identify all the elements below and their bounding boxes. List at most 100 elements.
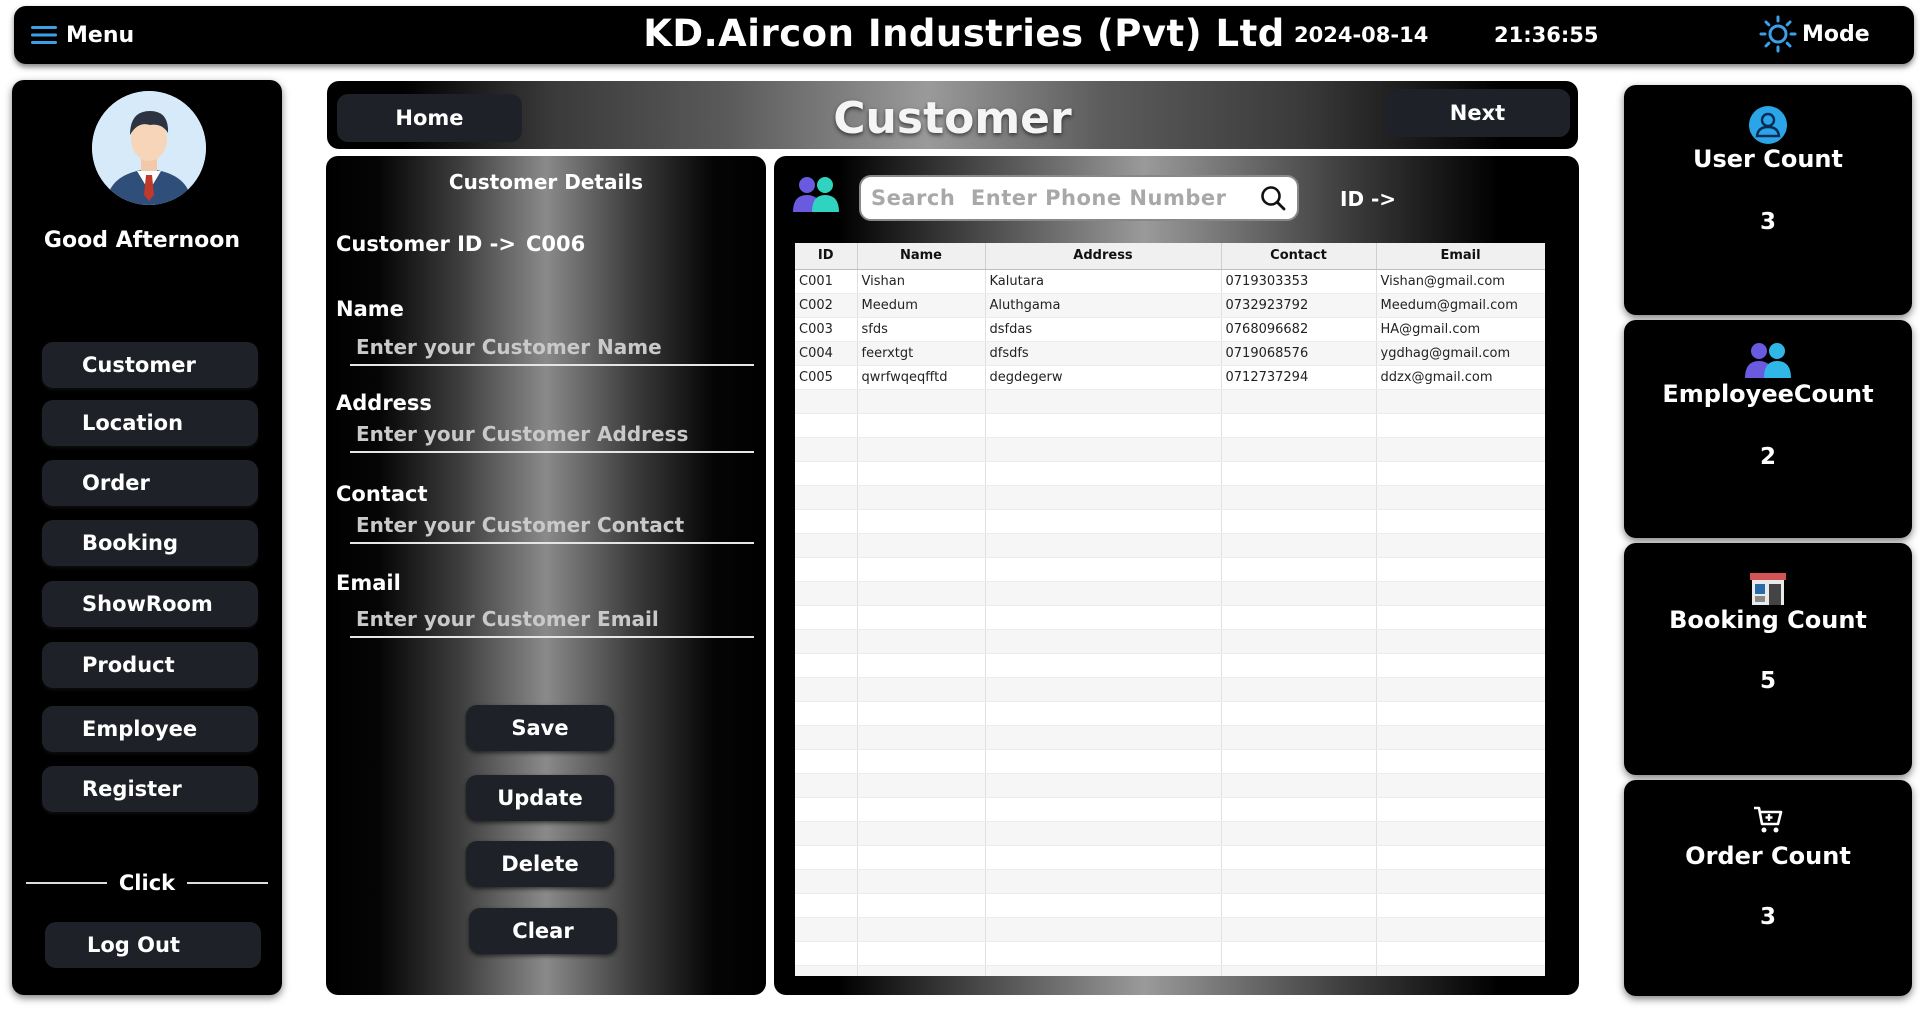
empty-cell xyxy=(1221,725,1377,750)
nav-location-button[interactable]: Location xyxy=(42,400,258,446)
clear-button[interactable]: Clear xyxy=(469,908,617,954)
empty-table-row xyxy=(795,557,1545,582)
column-header-contact[interactable]: Contact xyxy=(1221,243,1377,270)
empty-cell xyxy=(857,605,986,630)
address-field[interactable] xyxy=(350,417,754,453)
empty-cell xyxy=(985,413,1222,438)
update-button[interactable]: Update xyxy=(466,775,614,821)
empty-cell xyxy=(1376,437,1545,462)
empty-cell xyxy=(985,485,1222,510)
name-field[interactable] xyxy=(350,330,754,366)
column-header-id[interactable]: ID xyxy=(795,243,858,270)
table-header-row: ID Name Address Contact Email xyxy=(795,243,1545,270)
empty-cell xyxy=(1376,893,1545,918)
cell-contact: 0719068576 xyxy=(1221,341,1377,366)
cell-id: C005 xyxy=(795,365,858,390)
empty-cell xyxy=(795,629,858,654)
empty-cell xyxy=(1376,845,1545,870)
empty-cell xyxy=(857,965,986,976)
empty-cell xyxy=(1221,605,1377,630)
user-count-title: User Count xyxy=(1693,145,1843,173)
empty-cell xyxy=(857,941,986,966)
table-row[interactable]: C002 Meedum Aluthgama 0732923792 Meedum@… xyxy=(795,293,1545,318)
empty-table-row xyxy=(795,845,1545,870)
logout-button[interactable]: Log Out xyxy=(45,922,261,968)
empty-table-row xyxy=(795,869,1545,894)
table-row[interactable]: C005 qwrfwqeqfftd degdegerw 0712737294 d… xyxy=(795,365,1545,390)
address-label: Address xyxy=(336,391,432,415)
table-row[interactable]: C003 sfds dsfdas 0768096682 HA@gmail.com xyxy=(795,317,1545,342)
empty-cell xyxy=(795,845,858,870)
nav-order-button[interactable]: Order xyxy=(42,460,258,506)
cell-contact: 0712737294 xyxy=(1221,365,1377,390)
table-row[interactable]: C001 Vishan Kalutara 0719303353 Vishan@g… xyxy=(795,269,1545,294)
empty-cell xyxy=(985,605,1222,630)
cell-address: degdegerw xyxy=(985,365,1222,390)
empty-cell xyxy=(1376,677,1545,702)
empty-table-row xyxy=(795,485,1545,510)
cell-name: qwrfwqeqfftd xyxy=(857,365,986,390)
empty-cell xyxy=(1376,749,1545,774)
empty-cell xyxy=(1221,845,1377,870)
column-header-name[interactable]: Name xyxy=(857,243,986,270)
nav-product-button[interactable]: Product xyxy=(42,642,258,688)
cell-id: C003 xyxy=(795,317,858,342)
column-header-email[interactable]: Email xyxy=(1376,243,1545,270)
empty-cell xyxy=(1376,461,1545,486)
empty-cell xyxy=(795,941,858,966)
empty-cell xyxy=(795,749,858,774)
empty-cell xyxy=(1221,653,1377,678)
column-header-address[interactable]: Address xyxy=(985,243,1222,270)
empty-cell xyxy=(1221,869,1377,894)
cell-address: Kalutara xyxy=(985,269,1222,294)
empty-cell xyxy=(857,437,986,462)
empty-cell xyxy=(985,893,1222,918)
cell-name: Vishan xyxy=(857,269,986,294)
empty-cell xyxy=(857,413,986,438)
empty-cell xyxy=(985,701,1222,726)
home-button[interactable]: Home xyxy=(337,94,522,142)
nav-customer-button[interactable]: Customer xyxy=(42,342,258,388)
mode-toggle-button[interactable]: Mode xyxy=(1758,14,1870,54)
empty-cell xyxy=(985,461,1222,486)
empty-table-row xyxy=(795,605,1545,630)
empty-cell xyxy=(1221,437,1377,462)
empty-cell xyxy=(1376,581,1545,606)
divider-line xyxy=(26,882,107,884)
empty-cell xyxy=(795,677,858,702)
empty-cell xyxy=(1376,413,1545,438)
customer-id-label: Customer ID -> xyxy=(336,232,516,256)
nav-register-button[interactable]: Register xyxy=(42,766,258,812)
nav-employee-button[interactable]: Employee xyxy=(42,706,258,752)
empty-cell xyxy=(1221,509,1377,534)
empty-cell xyxy=(857,701,986,726)
search-input[interactable] xyxy=(871,186,1259,210)
empty-table-row xyxy=(795,941,1545,966)
empty-cell xyxy=(795,701,858,726)
empty-cell xyxy=(1221,917,1377,942)
empty-cell xyxy=(1376,725,1545,750)
empty-cell xyxy=(795,797,858,822)
delete-button[interactable]: Delete xyxy=(466,841,614,887)
nav-booking-button[interactable]: Booking xyxy=(42,520,258,566)
empty-cell xyxy=(857,461,986,486)
form-title: Customer Details xyxy=(448,170,644,194)
empty-cell xyxy=(985,581,1222,606)
empty-cell xyxy=(1221,581,1377,606)
customer-table-panel: ID -> ID Name Address Contact Email C001… xyxy=(774,156,1579,995)
table-row[interactable]: C004 feerxtgt dfsdfs 0719068576 ygdhag@g… xyxy=(795,341,1545,366)
save-button[interactable]: Save xyxy=(466,705,614,751)
empty-cell xyxy=(1221,629,1377,654)
contact-field[interactable] xyxy=(350,508,754,544)
empty-cell xyxy=(1376,533,1545,558)
empty-table-row xyxy=(795,413,1545,438)
page-header: Customer Home Next xyxy=(327,81,1578,149)
empty-cell xyxy=(985,653,1222,678)
next-button[interactable]: Next xyxy=(1385,89,1570,137)
nav-showroom-button[interactable]: ShowRoom xyxy=(42,581,258,627)
empty-cell xyxy=(857,557,986,582)
avatar xyxy=(92,91,206,205)
search-icon[interactable] xyxy=(1259,184,1287,212)
empty-cell xyxy=(985,629,1222,654)
email-field[interactable] xyxy=(350,602,754,638)
